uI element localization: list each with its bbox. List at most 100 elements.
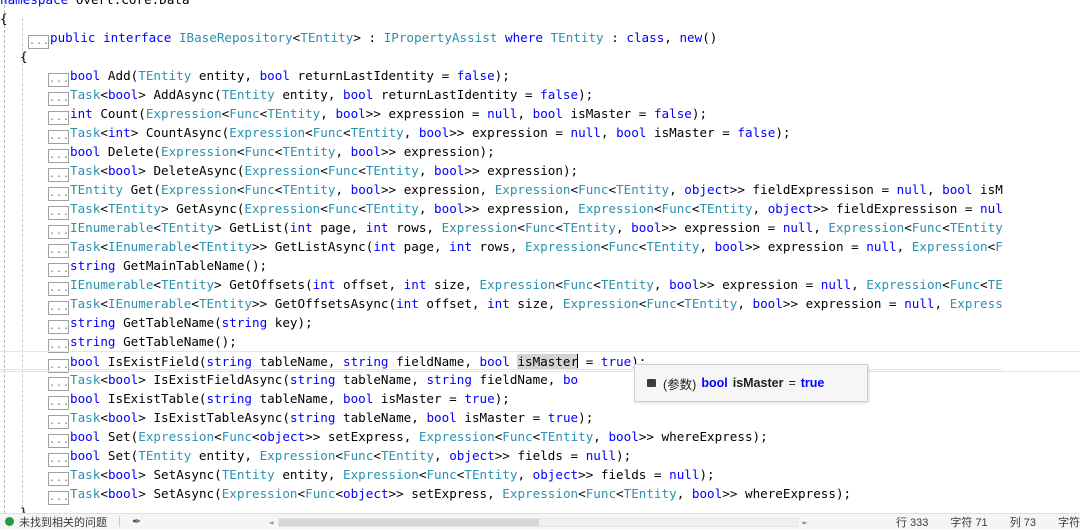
horizontal-scrollbar-thumb[interactable] bbox=[279, 519, 539, 526]
code-line[interactable]: ...bool Delete(Expression<Func<TEntity, … bbox=[0, 142, 1003, 163]
code-token: new bbox=[679, 30, 703, 45]
code-token: Func bbox=[949, 277, 981, 292]
code-token: fieldName, bbox=[388, 354, 480, 369]
code-text-area[interactable]: namespace Overt.Core.Data{...public inte… bbox=[0, 0, 1080, 513]
code-token: TEntity bbox=[300, 30, 354, 45]
code-token: Expression bbox=[911, 239, 988, 254]
code-token: : bbox=[603, 30, 627, 45]
code-token: , bbox=[669, 182, 685, 197]
code-token: TEntity bbox=[464, 467, 518, 482]
code-token: IBaseRepository bbox=[178, 30, 293, 45]
code-token: Set( bbox=[100, 448, 139, 463]
code-token: () bbox=[702, 30, 718, 45]
code-token: Func bbox=[327, 201, 359, 216]
code-token: >> expression = bbox=[661, 220, 783, 235]
code-line[interactable]: ...bool Set(Expression<Func<object>> set… bbox=[0, 427, 1003, 448]
code-line[interactable]: ...string GetTableName(); bbox=[0, 332, 1003, 353]
code-token: int bbox=[70, 106, 93, 121]
code-token: TEntity bbox=[107, 201, 162, 216]
code-token: bool bbox=[418, 125, 450, 140]
code-token: Func bbox=[327, 163, 359, 178]
code-token: < bbox=[904, 220, 912, 235]
code-line[interactable]: { bbox=[0, 47, 1003, 66]
code-line[interactable]: } bbox=[0, 503, 1003, 513]
code-token: >> expression = bbox=[449, 125, 571, 140]
code-token: Expression bbox=[343, 467, 419, 482]
status-col: 列 73 bbox=[1009, 516, 1036, 529]
code-token: string bbox=[426, 372, 472, 387]
code-token: ); bbox=[699, 467, 715, 482]
code-token: , bbox=[600, 125, 617, 140]
code-token: >> expression = bbox=[365, 106, 488, 121]
code-token: TEntity bbox=[646, 239, 700, 254]
code-token: TEntity bbox=[562, 220, 616, 235]
code-editor-surface[interactable]: namespace Overt.Core.Data{...public inte… bbox=[0, 0, 1080, 513]
code-token: isMaster = bbox=[373, 391, 465, 406]
code-token: IEnumerable bbox=[107, 296, 192, 311]
code-line[interactable]: ...TEntity Get(Expression<Func<TEntity, … bbox=[0, 180, 1003, 201]
code-line[interactable]: ...string GetMainTableName(); bbox=[0, 256, 1003, 277]
tooltip-parameter-name: isMaster bbox=[732, 376, 784, 390]
code-line[interactable]: ...Task<TEntity> GetAsync(Expression<Fun… bbox=[0, 199, 1003, 220]
code-token: Set( bbox=[100, 429, 139, 444]
code-token: , bbox=[434, 448, 450, 463]
code-token: Expression bbox=[866, 277, 943, 292]
code-token: Func bbox=[502, 429, 533, 444]
code-line[interactable]: namespace Overt.Core.Data bbox=[0, 0, 1003, 9]
horizontal-scrollbar[interactable] bbox=[278, 518, 798, 527]
code-token: , bbox=[517, 467, 533, 482]
code-token: Func bbox=[646, 296, 677, 311]
code-token: bool bbox=[107, 486, 139, 501]
code-token: size, bbox=[426, 277, 480, 292]
code-token: null bbox=[820, 277, 852, 292]
code-line[interactable]: ...Task<bool> AddAsync(TEntity entity, b… bbox=[0, 85, 1003, 106]
code-line[interactable]: ...bool Add(TEntity entity, bool returnL… bbox=[0, 66, 1003, 87]
code-token: TEntity bbox=[699, 201, 753, 216]
code-token: bool bbox=[616, 125, 647, 140]
code-line[interactable]: ...public interface IBaseRepository<TEnt… bbox=[0, 28, 1003, 49]
code-token: bool bbox=[426, 410, 457, 425]
code-token: int bbox=[107, 125, 131, 140]
code-token: public bbox=[50, 30, 96, 45]
code-token: ); bbox=[578, 87, 594, 102]
code-token: true bbox=[464, 391, 495, 406]
code-token: tableName, bbox=[252, 354, 343, 369]
code-token: null bbox=[782, 220, 814, 235]
code-line[interactable]: ...Task<bool> IsExistTableAsync(string t… bbox=[0, 408, 1003, 429]
status-char: 字符 71 bbox=[950, 516, 988, 529]
code-token: int bbox=[449, 239, 472, 254]
code-line[interactable]: ...bool Set(TEntity entity, Expression<F… bbox=[0, 446, 1003, 467]
code-token: tableName, bbox=[335, 410, 427, 425]
code-token: GetTableName(); bbox=[115, 334, 237, 349]
code-token: Expression bbox=[562, 296, 639, 311]
code-token: Express bbox=[949, 296, 1003, 311]
code-token: returnLastIdentity = bbox=[373, 87, 541, 102]
code-token: bool bbox=[107, 87, 139, 102]
code-token: < bbox=[320, 201, 328, 216]
code-token: Func bbox=[244, 182, 275, 197]
code-line[interactable]: ...int Count(Expression<Func<TEntity, bo… bbox=[0, 104, 1003, 125]
code-token: null bbox=[896, 182, 927, 197]
scroll-left-arrow[interactable]: ◄ bbox=[266, 518, 276, 527]
code-token: , bbox=[851, 277, 867, 292]
code-line[interactable]: ...Task<IEnumerable<TEntity>> GetListAsy… bbox=[0, 237, 1003, 258]
tooltip-default-value: true bbox=[800, 376, 825, 390]
code-line[interactable]: ...Task<bool> DeleteAsync(Expression<Fun… bbox=[0, 161, 1003, 182]
code-line[interactable]: ...string GetTableName(string key); bbox=[0, 313, 1003, 334]
code-token: object bbox=[343, 486, 389, 501]
code-token: ); bbox=[775, 125, 791, 140]
pin-icon[interactable]: ✒ bbox=[132, 515, 141, 528]
code-line[interactable]: ...IEnumerable<TEntity> GetOffsets(int o… bbox=[0, 275, 1003, 296]
code-line[interactable]: ...Task<bool> SetAsync(Expression<Func<o… bbox=[0, 484, 1003, 505]
code-token: class bbox=[626, 30, 665, 45]
scroll-right-arrow[interactable]: ► bbox=[800, 518, 810, 527]
code-line[interactable]: ...Task<IEnumerable<TEntity>> GetOffsets… bbox=[0, 294, 1003, 315]
code-line[interactable]: { bbox=[0, 9, 1003, 28]
code-token: , bbox=[335, 144, 351, 159]
code-line[interactable]: ...Task<int> CountAsync(Expression<Func<… bbox=[0, 123, 1003, 144]
code-token: Func bbox=[585, 486, 617, 501]
code-token: < bbox=[335, 486, 344, 501]
code-line[interactable]: ...Task<bool> SetAsync(TEntity entity, E… bbox=[0, 465, 1003, 486]
code-token: , bbox=[699, 239, 715, 254]
code-line[interactable]: ...IEnumerable<TEntity> GetList(int page… bbox=[0, 218, 1003, 239]
